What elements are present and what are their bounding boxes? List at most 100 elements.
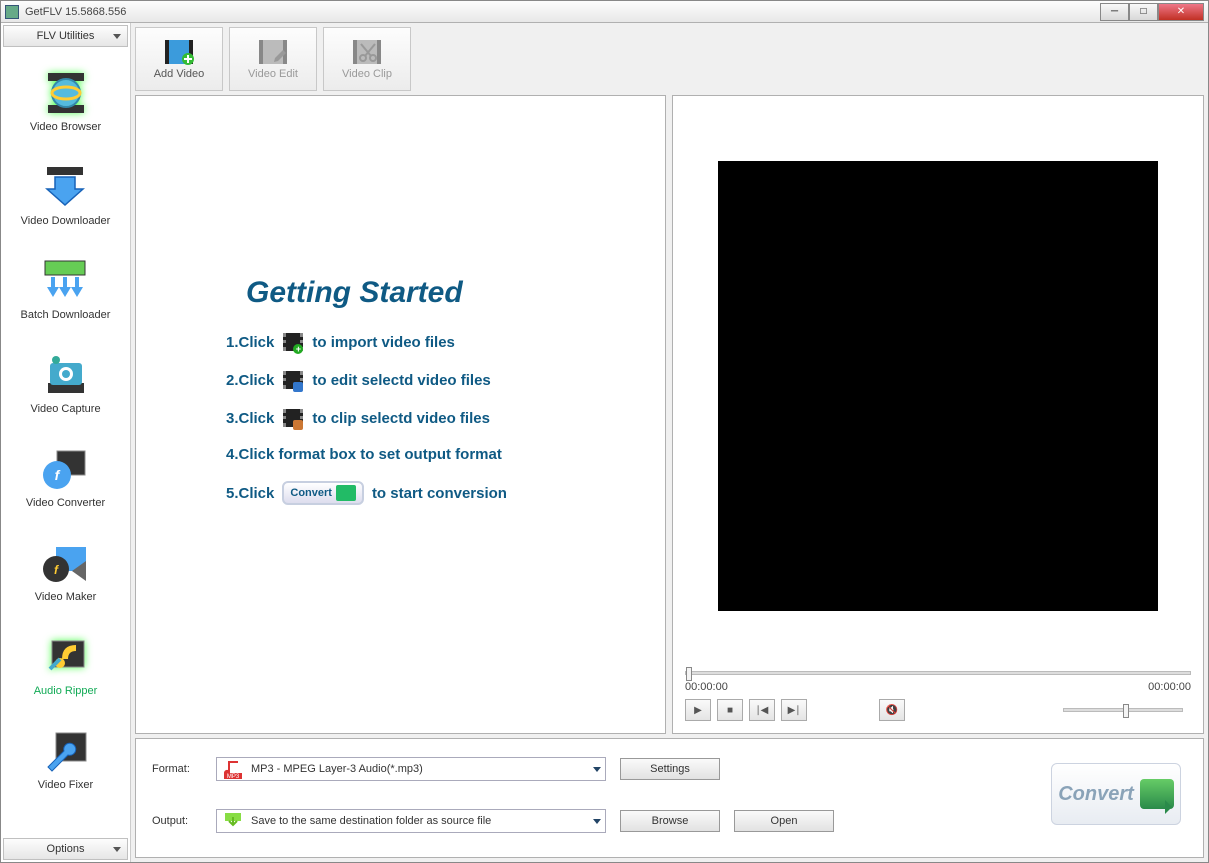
play-button[interactable]: ▶ bbox=[685, 699, 711, 721]
stop-button[interactable]: ■ bbox=[717, 699, 743, 721]
sidebar-footer-dropdown[interactable]: Options bbox=[3, 838, 128, 860]
sidebar-item-batch-downloader[interactable]: Batch Downloader bbox=[21, 257, 111, 321]
preview-panel: 00:00:00 00:00:00 ▶ ■ ∣◀ ▶∣ 🔇 bbox=[672, 95, 1204, 734]
step-4: 4.Click format box to set output format bbox=[226, 446, 635, 463]
open-button[interactable]: Open bbox=[734, 810, 834, 832]
prev-button[interactable]: ∣◀ bbox=[749, 699, 775, 721]
volume-slider[interactable] bbox=[1063, 708, 1183, 712]
step-1: 1.Click + to import video files bbox=[226, 332, 635, 352]
video-edit-button[interactable]: Video Edit bbox=[229, 27, 317, 91]
converter-icon: f bbox=[41, 445, 89, 493]
seek-row bbox=[683, 665, 1193, 681]
sidebar-item-label: Video Browser bbox=[30, 121, 101, 133]
app-icon bbox=[5, 5, 19, 19]
sidebar-header-label: FLV Utilities bbox=[37, 30, 95, 42]
convert-badge-text: Convert bbox=[290, 487, 332, 499]
getting-started-title: Getting Started bbox=[246, 276, 635, 310]
next-button[interactable]: ▶∣ bbox=[781, 699, 807, 721]
sidebar-item-label: Audio Ripper bbox=[34, 685, 98, 697]
player-controls: ▶ ■ ∣◀ ▶∣ 🔇 bbox=[683, 697, 1193, 723]
step-text: 5.Click bbox=[226, 485, 274, 502]
getting-started-steps: 1.Click + to import video files 2.Click … bbox=[226, 332, 635, 505]
output-panel: Format: MP3 MP3 - MPEG Layer-3 Audio(*.m… bbox=[135, 738, 1204, 858]
video-clip-icon bbox=[351, 38, 383, 66]
step-5: 5.Click Convert to start conversion bbox=[226, 481, 635, 505]
sidebar-item-audio-ripper[interactable]: Audio Ripper bbox=[34, 633, 98, 697]
step-text: to clip selectd video files bbox=[312, 410, 490, 427]
download-arrow-icon bbox=[41, 163, 89, 211]
preview-area bbox=[683, 106, 1193, 665]
time-current: 00:00:00 bbox=[685, 681, 728, 693]
output-value: Save to the same destination folder as s… bbox=[251, 815, 593, 827]
step-3: 3.Click to clip selectd video files bbox=[226, 408, 635, 428]
step-text: to start conversion bbox=[372, 485, 507, 502]
wrench-film-icon bbox=[42, 727, 90, 775]
clip-icon bbox=[282, 408, 304, 428]
sidebar-item-label: Video Capture bbox=[30, 403, 100, 415]
sidebar-item-video-downloader[interactable]: Video Downloader bbox=[21, 163, 111, 227]
sidebar-footer-label: Options bbox=[47, 843, 85, 855]
step-text: 4.Click format box to set output format bbox=[226, 446, 502, 463]
video-clip-button[interactable]: Video Clip bbox=[323, 27, 411, 91]
edit-icon bbox=[282, 370, 304, 390]
format-combo[interactable]: MP3 MP3 - MPEG Layer-3 Audio(*.mp3) bbox=[216, 757, 606, 781]
settings-button[interactable]: Settings bbox=[620, 758, 720, 780]
app-window: GetFLV 15.5868.556 ─ □ ✕ FLV Utilities V… bbox=[0, 0, 1209, 863]
svg-text:MP3: MP3 bbox=[227, 774, 240, 779]
batch-download-icon bbox=[41, 257, 89, 305]
sidebar-item-label: Video Downloader bbox=[21, 215, 111, 227]
import-icon: + bbox=[282, 332, 304, 352]
minimize-button[interactable]: ─ bbox=[1100, 3, 1129, 21]
toolbar-label: Video Edit bbox=[248, 68, 298, 80]
format-row: Format: MP3 MP3 - MPEG Layer-3 Audio(*.m… bbox=[152, 757, 1187, 781]
sidebar-header-dropdown[interactable]: FLV Utilities bbox=[3, 25, 128, 47]
save-dest-icon bbox=[221, 811, 245, 831]
camera-icon bbox=[42, 351, 90, 399]
seek-slider[interactable] bbox=[685, 671, 1191, 675]
step-text: 1.Click bbox=[226, 334, 274, 351]
toolbar: Add Video Video Edit Video Clip bbox=[135, 27, 1204, 91]
main-area: Add Video Video Edit Video Clip bbox=[131, 23, 1208, 862]
convert-icon bbox=[1140, 779, 1174, 809]
maximize-button[interactable]: □ bbox=[1129, 3, 1158, 21]
convert-badge-icon: Convert bbox=[282, 481, 364, 505]
video-preview[interactable] bbox=[718, 161, 1158, 611]
sidebar-items: Video Browser Video Downloader Batch Dow… bbox=[1, 49, 130, 836]
window-controls: ─ □ ✕ bbox=[1100, 3, 1204, 21]
volume-handle[interactable] bbox=[1123, 704, 1129, 718]
sidebar-item-video-maker[interactable]: f Video Maker bbox=[35, 539, 97, 603]
sidebar-item-video-browser[interactable]: Video Browser bbox=[30, 69, 101, 133]
sidebar: FLV Utilities Video Browser Video Downlo… bbox=[1, 23, 131, 862]
convert-button[interactable]: Convert bbox=[1051, 763, 1181, 825]
convert-label: Convert bbox=[1058, 783, 1134, 806]
window-title: GetFLV 15.5868.556 bbox=[25, 6, 1100, 18]
sidebar-item-label: Batch Downloader bbox=[21, 309, 111, 321]
content-row: Getting Started 1.Click + to import vide… bbox=[135, 95, 1204, 734]
format-label: Format: bbox=[152, 763, 202, 775]
sidebar-item-label: Video Maker bbox=[35, 591, 97, 603]
video-edit-icon bbox=[257, 38, 289, 66]
video-maker-icon: f bbox=[42, 539, 90, 587]
globe-film-icon bbox=[42, 69, 90, 117]
time-total: 00:00:00 bbox=[1148, 681, 1191, 693]
sidebar-item-video-fixer[interactable]: Video Fixer bbox=[38, 727, 93, 791]
step-text: 2.Click bbox=[226, 372, 274, 389]
mute-button[interactable]: 🔇 bbox=[879, 699, 905, 721]
step-text: to import video files bbox=[312, 334, 455, 351]
output-row: Output: Save to the same destination fol… bbox=[152, 809, 1187, 833]
chevron-down-icon bbox=[593, 767, 601, 772]
step-text: to edit selectd video files bbox=[312, 372, 490, 389]
add-video-button[interactable]: Add Video bbox=[135, 27, 223, 91]
seek-handle[interactable] bbox=[686, 667, 692, 681]
sidebar-item-video-converter[interactable]: f Video Converter bbox=[26, 445, 105, 509]
output-combo[interactable]: Save to the same destination folder as s… bbox=[216, 809, 606, 833]
toolbar-label: Add Video bbox=[154, 68, 205, 80]
browse-button[interactable]: Browse bbox=[620, 810, 720, 832]
audio-ripper-icon bbox=[42, 633, 90, 681]
add-video-icon bbox=[163, 38, 195, 66]
titlebar[interactable]: GetFLV 15.5868.556 ─ □ ✕ bbox=[1, 1, 1208, 23]
sidebar-item-video-capture[interactable]: Video Capture bbox=[30, 351, 100, 415]
toolbar-label: Video Clip bbox=[342, 68, 392, 80]
sidebar-item-label: Video Fixer bbox=[38, 779, 93, 791]
close-button[interactable]: ✕ bbox=[1158, 3, 1204, 21]
